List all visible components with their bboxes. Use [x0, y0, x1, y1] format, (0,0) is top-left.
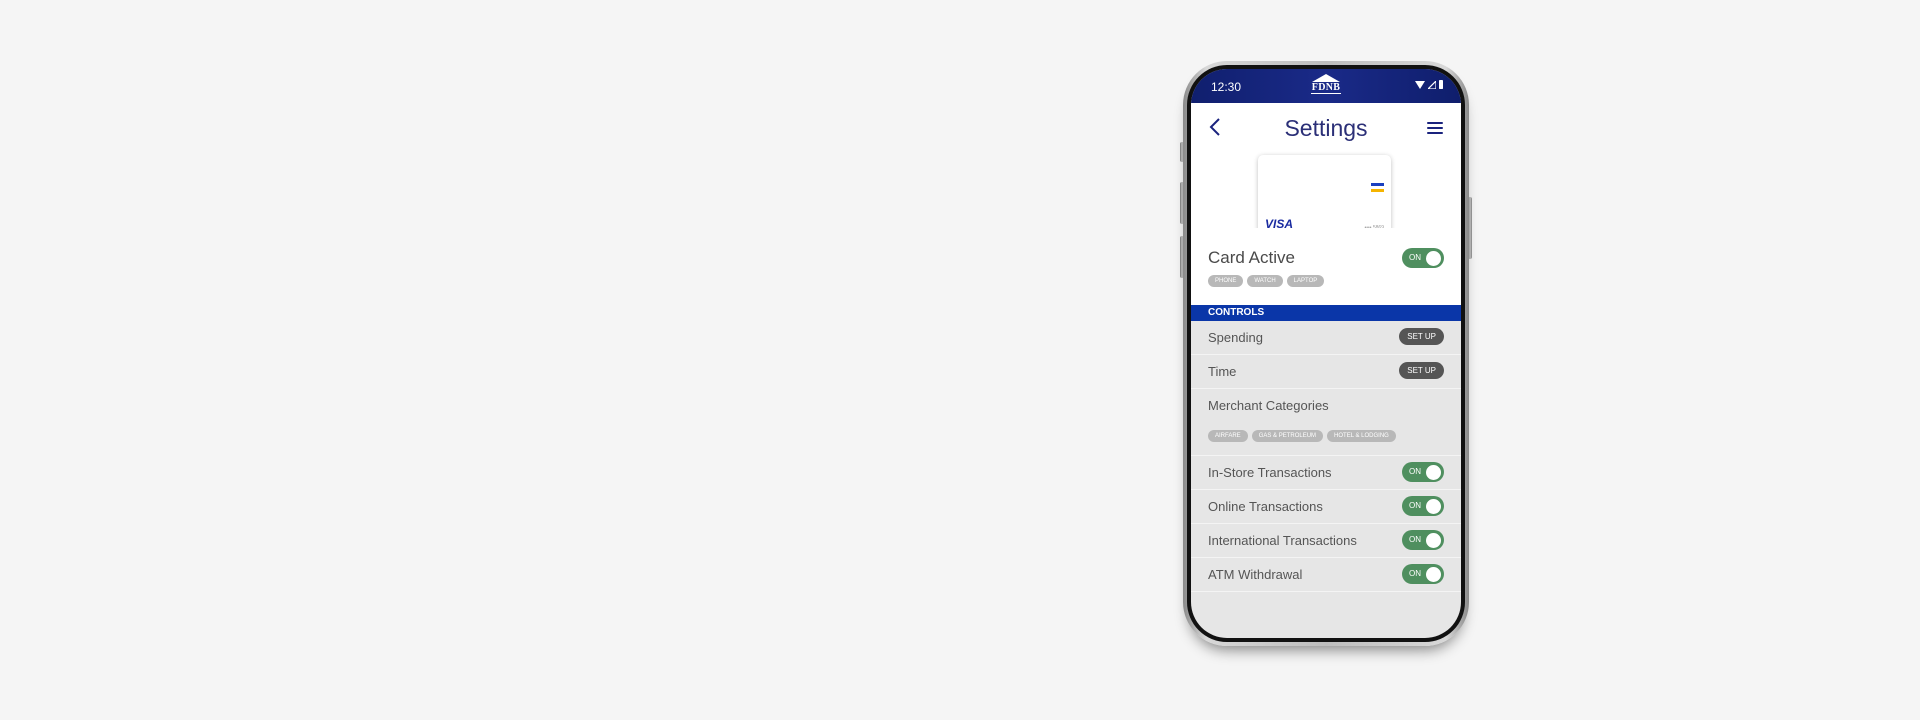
merchant-chips: AIRFARE GAS & PETROLEUM HOTEL & LODGING	[1208, 430, 1396, 442]
merchant-categories-row: Merchant Categories AIRFARE GAS & PETROL…	[1191, 389, 1461, 456]
in-store-label: In-Store Transactions	[1208, 465, 1332, 480]
card-stripe-yellow	[1371, 189, 1384, 192]
phone-frame: 12:30 FDNB Settings VISA Card Active ON …	[1183, 61, 1469, 646]
toggle-knob	[1426, 566, 1441, 582]
toggle-knob	[1426, 250, 1441, 266]
category-chip-airfare[interactable]: AIRFARE	[1208, 430, 1248, 442]
card-active-toggle[interactable]: ON	[1402, 248, 1444, 268]
toggle-label: ON	[1409, 253, 1421, 262]
merchant-categories-label: Merchant Categories	[1208, 398, 1329, 413]
time-setup-button[interactable]: SET UP	[1399, 362, 1444, 379]
toggle-label: ON	[1409, 501, 1421, 510]
toggle-label: ON	[1409, 569, 1421, 578]
spending-row: Spending SET UP	[1191, 321, 1461, 355]
toggle-label: ON	[1409, 535, 1421, 544]
card-stripe-blue	[1371, 183, 1384, 186]
device-chip-phone[interactable]: PHONE	[1208, 275, 1244, 287]
debit-card[interactable]: VISA •••• 5869	[1258, 155, 1391, 237]
phone-screen: 12:30 FDNB Settings VISA Card Active ON …	[1191, 69, 1461, 638]
card-active-label: Card Active	[1208, 248, 1295, 267]
toggle-knob	[1426, 498, 1441, 514]
in-store-transactions-row: In-Store Transactions ON	[1191, 456, 1461, 490]
online-transactions-row: Online Transactions ON	[1191, 490, 1461, 524]
category-chip-hotel-lodging[interactable]: HOTEL & LODGING	[1327, 430, 1396, 442]
signal-icon	[1428, 80, 1436, 89]
hamburger-menu-icon	[1427, 122, 1443, 134]
spending-label: Spending	[1208, 330, 1263, 345]
phone-bezel: 12:30 FDNB Settings VISA Card Active ON …	[1187, 65, 1465, 642]
atm-label: ATM Withdrawal	[1208, 567, 1303, 582]
status-bar: 12:30 FDNB	[1191, 69, 1461, 103]
status-time: 12:30	[1211, 80, 1242, 94]
app-header: Settings	[1191, 103, 1461, 153]
battery-icon	[1439, 80, 1443, 89]
bank-building-icon	[1312, 74, 1340, 82]
atm-withdrawal-row: ATM Withdrawal ON	[1191, 558, 1461, 592]
time-row: Time SET UP	[1191, 355, 1461, 389]
online-label: Online Transactions	[1208, 499, 1323, 514]
toggle-knob	[1426, 532, 1441, 548]
card-active-section: Card Active ON PHONE WATCH LAPTOP	[1191, 228, 1461, 305]
controls-header: CONTROLS	[1191, 305, 1461, 321]
status-icons	[1415, 80, 1443, 89]
atm-toggle[interactable]: ON	[1402, 564, 1444, 584]
device-chips: PHONE WATCH LAPTOP	[1208, 275, 1325, 287]
logo-text: FDNB	[1311, 82, 1341, 94]
international-toggle[interactable]: ON	[1402, 530, 1444, 550]
fdnb-logo: FDNB	[1311, 74, 1341, 98]
spending-setup-button[interactable]: SET UP	[1399, 328, 1444, 345]
online-toggle[interactable]: ON	[1402, 496, 1444, 516]
wifi-icon	[1415, 80, 1425, 89]
device-chip-watch[interactable]: WATCH	[1247, 275, 1283, 287]
category-chip-gas-petroleum[interactable]: GAS & PETROLEUM	[1251, 430, 1324, 442]
in-store-toggle[interactable]: ON	[1402, 462, 1444, 482]
card-preview-area: VISA •••• 5869	[1191, 153, 1461, 237]
page-title: Settings	[1284, 115, 1368, 141]
menu-button[interactable]	[1427, 122, 1443, 137]
device-chip-laptop[interactable]: LAPTOP	[1286, 275, 1325, 287]
toggle-label: ON	[1409, 467, 1421, 476]
toggle-knob	[1426, 464, 1441, 480]
international-transactions-row: International Transactions ON	[1191, 524, 1461, 558]
time-label: Time	[1208, 364, 1237, 379]
international-label: International Transactions	[1208, 533, 1357, 548]
